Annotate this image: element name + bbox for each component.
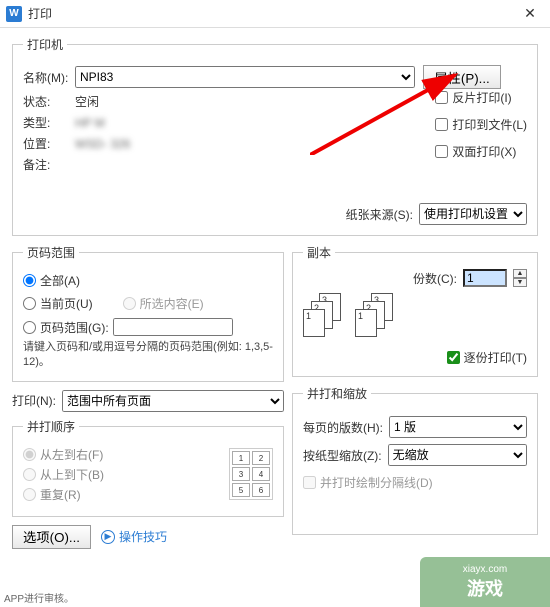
printer-name-select[interactable]: NPI83 — [75, 66, 415, 88]
collate-checkbox[interactable] — [447, 351, 460, 364]
print-what-label: 打印(N): — [12, 392, 56, 409]
footer-note: APP进行审核。 — [4, 590, 74, 605]
close-icon[interactable]: ✕ — [516, 0, 544, 28]
draw-border-checkbox — [303, 476, 316, 489]
status-label: 状态: — [23, 93, 75, 110]
order-lr-radio — [23, 448, 36, 461]
to-file-label: 打印到文件(L) — [452, 116, 527, 133]
page-range-group: 页码范围 全部(A) 当前页(U) 所选内容(E) 页码范围(G): 请键入页码… — [12, 244, 284, 382]
order-tb-radio — [23, 468, 36, 481]
range-selection-label: 所选内容(E) — [140, 295, 204, 312]
paper-source-label: 纸张来源(S): — [346, 206, 413, 223]
location-label: 位置: — [23, 135, 75, 152]
watermark: xiayx.com 游戏 — [420, 557, 550, 607]
range-current-label: 当前页(U) — [40, 295, 93, 312]
range-pages-radio[interactable] — [23, 321, 36, 334]
order-preview: 12 34 56 — [229, 448, 273, 500]
paper-scale-select[interactable]: 无缩放 — [388, 444, 527, 466]
type-label: 类型: — [23, 114, 75, 131]
play-icon: ▶ — [101, 530, 115, 544]
range-selection-radio — [123, 297, 136, 310]
paper-scale-label: 按纸型缩放(Z): — [303, 447, 382, 464]
copies-legend: 副本 — [303, 244, 335, 261]
page-range-legend: 页码范围 — [23, 244, 79, 261]
scale-group: 并打和缩放 每页的版数(H): 1 版 按纸型缩放(Z): 无缩放 并打时绘制分… — [292, 385, 538, 535]
range-all-radio[interactable] — [23, 274, 36, 287]
range-all-label: 全部(A) — [40, 272, 80, 289]
comment-label: 备注: — [23, 156, 75, 173]
range-note: 请键入页码和/或用逗号分隔的页码范围(例如: 1,3,5-12)。 — [23, 340, 273, 371]
order-tb-label: 从上到下(B) — [40, 466, 104, 483]
copies-input[interactable] — [463, 269, 507, 287]
copies-group: 副本 份数(C): ▲ ▼ 3 2 1 3 — [292, 244, 538, 377]
app-icon: W — [6, 6, 22, 22]
pages-per-sheet-select[interactable]: 1 版 — [389, 416, 527, 438]
order-repeat-radio — [23, 488, 36, 501]
to-file-checkbox[interactable] — [435, 118, 448, 131]
order-legend: 并打顺序 — [23, 418, 79, 435]
draw-border-label: 并打时绘制分隔线(D) — [320, 474, 433, 491]
range-input[interactable] — [113, 318, 233, 336]
order-lr-label: 从左到右(F) — [40, 446, 103, 463]
printer-group: 打印机 名称(M): NPI83 属性(P)... 状态:空闲 类型:HP M … — [12, 36, 538, 236]
window-title: 打印 — [28, 5, 516, 22]
scale-legend: 并打和缩放 — [303, 385, 371, 402]
range-pages-label: 页码范围(G): — [40, 319, 109, 336]
flip-label: 反片打印(I) — [452, 89, 511, 106]
paper-source-select[interactable]: 使用打印机设置 — [419, 203, 527, 225]
copies-illustration: 3 2 1 3 2 1 — [303, 293, 527, 339]
range-current-radio[interactable] — [23, 297, 36, 310]
duplex-checkbox[interactable] — [435, 145, 448, 158]
printer-legend: 打印机 — [23, 36, 67, 53]
order-repeat-label: 重复(R) — [40, 486, 81, 503]
name-label: 名称(M): — [23, 69, 75, 86]
copies-up[interactable]: ▲ — [513, 269, 527, 278]
tips-link[interactable]: ▶ 操作技巧 — [101, 528, 167, 545]
options-button[interactable]: 选项(O)... — [12, 525, 91, 549]
copies-label: 份数(C): — [413, 270, 457, 287]
copies-down[interactable]: ▼ — [513, 278, 527, 287]
duplex-label: 双面打印(X) — [452, 143, 516, 160]
properties-button[interactable]: 属性(P)... — [423, 65, 501, 89]
tips-label: 操作技巧 — [119, 528, 167, 545]
order-group: 并打顺序 从左到右(F) 从上到下(B) 重复(R) 12 34 56 — [12, 418, 284, 517]
pages-per-sheet-label: 每页的版数(H): — [303, 419, 383, 436]
print-what-select[interactable]: 范围中所有页面 — [62, 390, 284, 412]
collate-label: 逐份打印(T) — [464, 349, 527, 366]
flip-checkbox[interactable] — [435, 91, 448, 104]
